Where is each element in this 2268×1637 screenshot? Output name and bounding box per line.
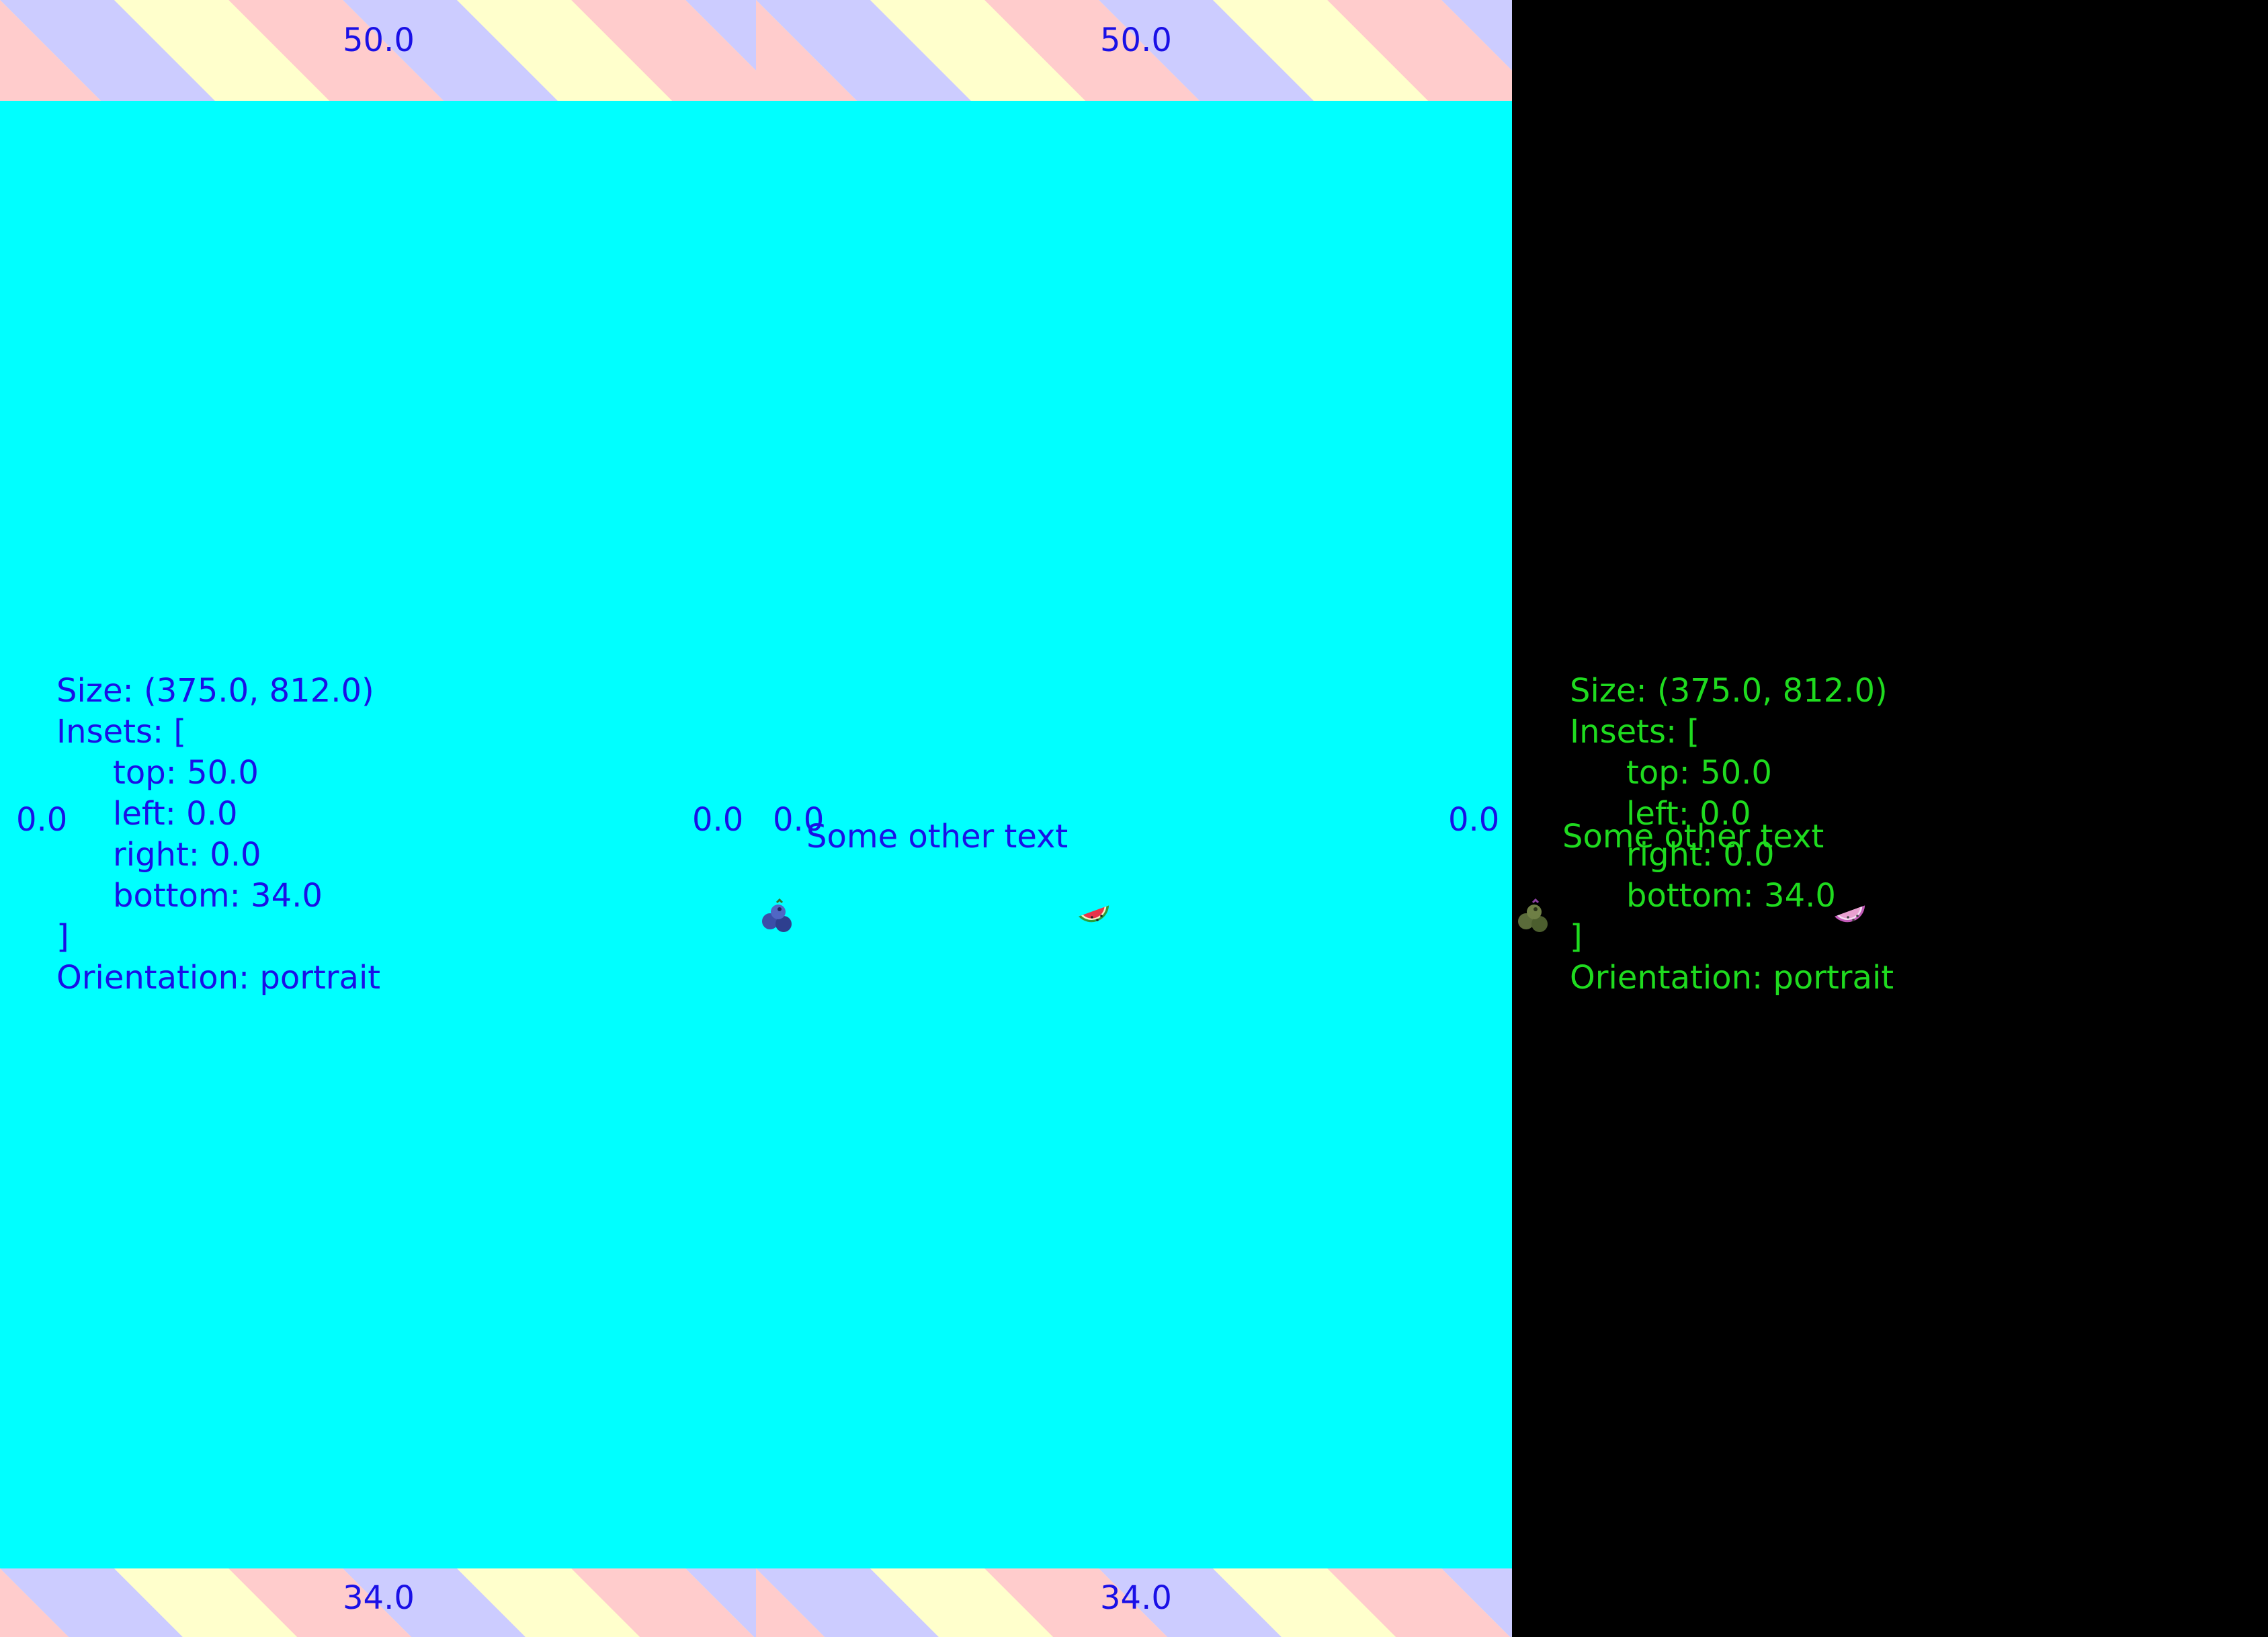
size-line: Size: (375.0, 812.0): [1570, 672, 1888, 710]
geometry-info-block: Size: (375.0, 812.0) Insets: [ top: 50.0…: [56, 671, 380, 999]
centered-text: Some other text: [1562, 818, 1824, 855]
top-inset-label: 50.0: [343, 22, 415, 59]
centered-text-row: Some other text: [1515, 816, 1871, 932]
insets-open-line: Insets: [: [56, 713, 187, 751]
bottom-inset-line: bottom: 34.0: [113, 877, 323, 915]
bottom-inset-label: 34.0: [343, 1579, 415, 1617]
watermelon-icon: [1833, 818, 1871, 923]
watermelon-icon: [1077, 818, 1115, 923]
top-inset-line: top: 50.0: [113, 754, 259, 792]
insets-close-line: ]: [56, 918, 69, 956]
screen-root: 50.0 50.0 34.0 34.0 0.0 0.0 0.0 0.0 Size…: [0, 0, 2268, 1637]
orientation-line: Orientation: portrait: [56, 959, 381, 997]
bottom-inset-label: 34.0: [1100, 1579, 1172, 1617]
top-inset-line: top: 50.0: [1626, 754, 1772, 792]
blueberries-icon: [1515, 818, 1553, 932]
right-inset-label: 0.0: [1448, 801, 1500, 839]
blueberries-icon: [759, 818, 797, 932]
left-inset-line: left: 0.0: [113, 795, 238, 833]
centered-text: Some other text: [806, 818, 1068, 855]
size-line: Size: (375.0, 812.0): [56, 672, 374, 710]
insets-open-line: Insets: [: [1570, 713, 1700, 751]
centered-text-row: Some other text: [759, 816, 1115, 932]
right-inset-label: 0.0: [692, 801, 744, 839]
top-inset-label: 50.0: [1100, 22, 1172, 59]
right-inset-line: right: 0.0: [113, 836, 261, 874]
